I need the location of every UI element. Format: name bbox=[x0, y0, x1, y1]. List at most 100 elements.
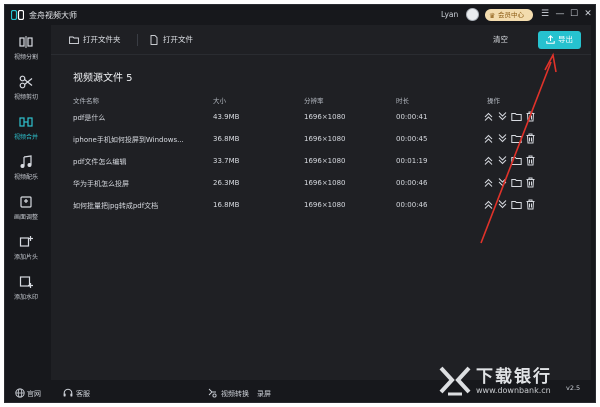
user-name[interactable]: Lyan bbox=[441, 10, 458, 19]
sidebar-item-music[interactable]: 视频配乐 bbox=[5, 153, 47, 191]
move-down-icon[interactable] bbox=[497, 155, 508, 166]
main-panel: 打开文件夹 打开文件 清空 导出 视频源文件 5 文件名称 大小 分辨率 时长 … bbox=[51, 25, 591, 380]
watermark-text: 下载银行 bbox=[476, 367, 552, 387]
headset-icon bbox=[63, 388, 73, 397]
open-folder-button[interactable]: 打开文件夹 bbox=[69, 34, 121, 46]
split-icon bbox=[19, 36, 33, 48]
sidebar-item-label: 画面调整 bbox=[13, 214, 38, 221]
app-window: 金舟视频大师 Lyan ♛ 会员中心 ☰ — ☐ ✕ 视频分割 视频剪切 视频合… bbox=[4, 4, 596, 403]
move-up-icon[interactable] bbox=[483, 177, 494, 188]
close-icon[interactable]: ✕ bbox=[582, 8, 594, 21]
service-label: 客服 bbox=[76, 390, 90, 398]
column-header-ops: 操作 bbox=[487, 97, 500, 105]
add-intro-icon bbox=[19, 236, 33, 247]
folder-icon[interactable] bbox=[511, 199, 522, 210]
video-convert-link[interactable]: 视频转换 bbox=[208, 388, 249, 399]
folder-icon[interactable] bbox=[511, 155, 522, 166]
website-link[interactable]: 官网 bbox=[15, 388, 41, 399]
sidebar-item-adjust[interactable]: 画面调整 bbox=[5, 193, 47, 231]
row-actions bbox=[483, 155, 553, 167]
column-header-size: 大小 bbox=[213, 97, 226, 105]
sidebar-item-cut[interactable]: 视频剪切 bbox=[5, 73, 47, 111]
vip-label: 会员中心 bbox=[498, 11, 524, 19]
service-link[interactable]: 客服 bbox=[63, 388, 90, 399]
move-up-icon[interactable] bbox=[483, 111, 494, 122]
file-resolution: 1696×1080 bbox=[304, 113, 346, 121]
file-duration: 00:00:46 bbox=[396, 201, 428, 209]
sidebar-item-merge[interactable]: 视频合并 bbox=[5, 113, 47, 151]
column-header-duration: 时长 bbox=[396, 97, 409, 105]
table-row[interactable]: pdf是什么 43.9MB 1696×1080 00:00:41 bbox=[69, 108, 581, 126]
page-title: 视频源文件 5 bbox=[73, 73, 133, 84]
sidebar-item-label: 视频合并 bbox=[13, 134, 38, 141]
table-row[interactable]: 如何批量把jpg转成pdf文档 16.8MB 1696×1080 00:00:46 bbox=[69, 196, 581, 214]
globe-icon bbox=[15, 388, 25, 398]
sidebar-item-label: 视频剪切 bbox=[13, 94, 38, 101]
avatar[interactable] bbox=[466, 8, 479, 21]
folder-icon[interactable] bbox=[511, 133, 522, 144]
open-file-button[interactable]: 打开文件 bbox=[149, 34, 193, 46]
sidebar: 视频分割 视频剪切 视频合并 视频配乐 画面调整 添加片头 添加水印 bbox=[5, 25, 47, 380]
table-row[interactable]: iphone手机如何投屏到Windows... 36.8MB 1696×1080 00… bbox=[69, 130, 581, 148]
maximize-icon[interactable]: ☐ bbox=[568, 8, 580, 21]
move-down-icon[interactable] bbox=[497, 133, 508, 144]
sidebar-item-split[interactable]: 视频分割 bbox=[5, 33, 47, 71]
move-down-icon[interactable] bbox=[497, 199, 508, 210]
convert-icon bbox=[208, 388, 217, 398]
delete-icon[interactable] bbox=[525, 111, 536, 122]
record-screen-link[interactable]: 录屏 bbox=[257, 389, 271, 399]
table-row[interactable]: 华为手机怎么投屏 26.3MB 1696×1080 00:00:46 bbox=[69, 174, 581, 192]
file-name: 华为手机怎么投屏 bbox=[73, 180, 129, 188]
row-actions bbox=[483, 177, 553, 189]
website-label: 官网 bbox=[27, 390, 41, 398]
row-actions bbox=[483, 111, 553, 123]
watermark-icon bbox=[19, 276, 33, 288]
file-resolution: 1696×1080 bbox=[304, 135, 346, 143]
sidebar-item-label: 视频分割 bbox=[13, 54, 38, 61]
watermark-logo-icon bbox=[439, 366, 471, 396]
menu-icon[interactable]: ☰ bbox=[539, 8, 551, 21]
file-name: iphone手机如何投屏到Windows... bbox=[73, 136, 184, 144]
minimize-icon[interactable]: — bbox=[554, 8, 566, 21]
move-up-icon[interactable] bbox=[483, 133, 494, 144]
upload-icon bbox=[546, 35, 555, 44]
sidebar-item-label: 添加片头 bbox=[13, 254, 38, 261]
folder-icon bbox=[69, 36, 79, 45]
folder-icon[interactable] bbox=[511, 111, 522, 122]
move-down-icon[interactable] bbox=[497, 111, 508, 122]
file-name: pdf是什么 bbox=[73, 114, 106, 122]
row-actions bbox=[483, 199, 553, 211]
file-resolution: 1696×1080 bbox=[304, 157, 346, 165]
file-name: pdf文件怎么编辑 bbox=[73, 158, 127, 166]
column-header-name: 文件名称 bbox=[73, 97, 99, 105]
table-row[interactable]: pdf文件怎么编辑 33.7MB 1696×1080 00:01:19 bbox=[69, 152, 581, 170]
table-header: 文件名称 大小 分辨率 时长 操作 bbox=[73, 95, 583, 105]
delete-icon[interactable] bbox=[525, 155, 536, 166]
sidebar-item-watermark[interactable]: 添加水印 bbox=[5, 273, 47, 311]
move-up-icon[interactable] bbox=[483, 155, 494, 166]
clear-button[interactable]: 清空 bbox=[493, 34, 508, 45]
delete-icon[interactable] bbox=[525, 199, 536, 210]
toolbar: 打开文件夹 打开文件 清空 导出 bbox=[51, 25, 591, 55]
title-bar: 金舟视频大师 Lyan ♛ 会员中心 ☰ — ☐ ✕ bbox=[5, 5, 595, 25]
merge-icon bbox=[19, 117, 33, 127]
sidebar-item-label: 添加水印 bbox=[13, 294, 38, 301]
column-header-resolution: 分辨率 bbox=[304, 97, 324, 105]
file-size: 36.8MB bbox=[213, 135, 240, 143]
file-size: 43.9MB bbox=[213, 113, 240, 121]
scissors-icon bbox=[19, 75, 33, 89]
vip-center-button[interactable]: ♛ 会员中心 bbox=[485, 9, 533, 21]
delete-icon[interactable] bbox=[525, 133, 536, 144]
file-icon bbox=[150, 35, 158, 45]
folder-icon[interactable] bbox=[511, 177, 522, 188]
file-name: 如何批量把jpg转成pdf文档 bbox=[73, 202, 159, 210]
file-size: 16.8MB bbox=[213, 201, 240, 209]
sidebar-item-intro[interactable]: 添加片头 bbox=[5, 233, 47, 271]
export-button[interactable]: 导出 bbox=[538, 31, 581, 49]
file-resolution: 1696×1080 bbox=[304, 201, 346, 209]
file-duration: 00:01:19 bbox=[396, 157, 428, 165]
move-up-icon[interactable] bbox=[483, 199, 494, 210]
move-down-icon[interactable] bbox=[497, 177, 508, 188]
watermark-url: www.downbank.cn bbox=[476, 386, 551, 395]
delete-icon[interactable] bbox=[525, 177, 536, 188]
